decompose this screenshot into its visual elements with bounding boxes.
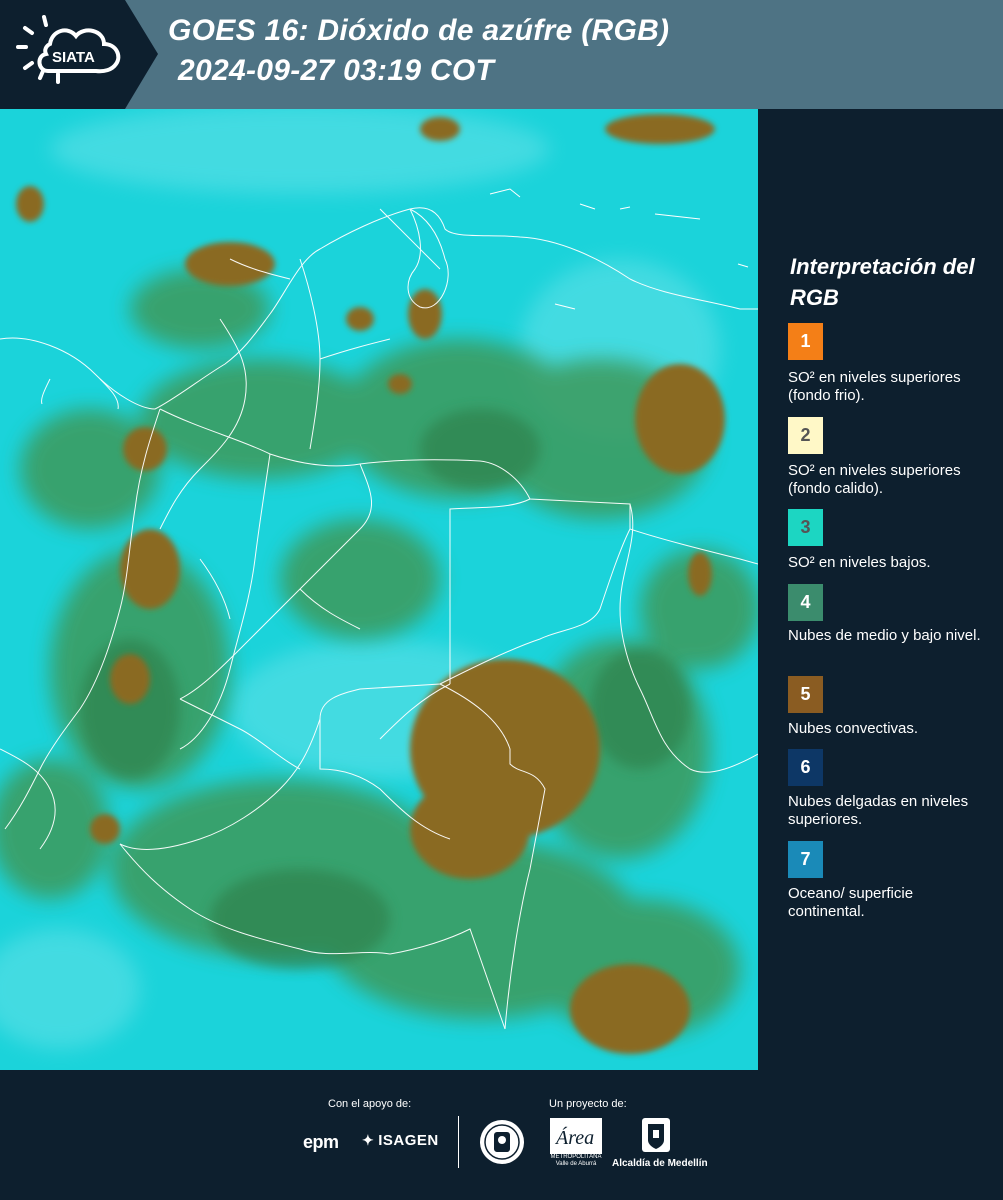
legend-swatch-7: 7 [788, 841, 823, 878]
area-metropolitana-logo: Área [550, 1118, 602, 1159]
legend-swatch-4: 4 [788, 584, 823, 621]
legend-label-6: Nubes delgadas en niveles superiores. [788, 793, 969, 828]
support-label: Con el apoyo de: [328, 1098, 412, 1110]
legend-label-1: SO² en niveles superiores (fondo frio). [788, 369, 961, 404]
legend-title: Interpretación del RGB [790, 254, 975, 310]
legend-label-7: Oceano/ superficie continental. [788, 885, 914, 920]
isagen-logo: ✦ ISAGEN [362, 1132, 439, 1149]
isagen-text: ISAGEN [378, 1132, 439, 1149]
legend-panel: Interpretación del RGB 1 SO² en niveles … [758, 109, 1003, 1070]
legend-swatch-3: 3 [788, 509, 823, 546]
legend-label-5: Nubes convectivas. [788, 720, 919, 737]
project-label: Un proyecto de: [549, 1098, 627, 1110]
legend-label-4: Nubes de medio y bajo nivel. [788, 627, 981, 644]
timestamp: 2024-09-27 03:19 COT [178, 54, 495, 87]
legend-swatch-6: 6 [788, 749, 823, 786]
isagen-mark-icon: ✦ [362, 1132, 375, 1148]
area-metropolitana-text: METROPOLITANA Valle de Aburrá [550, 1154, 602, 1167]
footer: Con el apoyo de: Un proyecto de: epm ✦ I… [0, 1070, 1003, 1200]
satellite-image [0, 109, 758, 1070]
alcaldia-shield-icon [612, 1118, 702, 1161]
header-bar: SIATA GOES 16: Dióxido de azúfre (RGB) 2… [0, 0, 1003, 109]
legend-label-2: SO² en niveles superiores (fondo calido)… [788, 462, 961, 497]
medellin-seal-icon [478, 1118, 526, 1171]
page-title: GOES 16: Dióxido de azúfre (RGB) [168, 14, 670, 47]
epm-logo: epm [303, 1132, 339, 1152]
siata-logo-text: SIATA [52, 49, 95, 66]
svg-text:Área: Área [554, 1126, 594, 1149]
legend-swatch-5: 5 [788, 676, 823, 713]
legend-swatch-2: 2 [788, 417, 823, 454]
satellite-rgb-map [0, 109, 758, 1070]
siata-logo: SIATA [0, 0, 160, 109]
footer-divider [458, 1116, 459, 1168]
legend-swatch-1: 1 [788, 323, 823, 360]
legend-label-3: SO² en niveles bajos. [788, 554, 931, 571]
alcaldia-text: Alcaldía de Medellín [612, 1158, 708, 1169]
